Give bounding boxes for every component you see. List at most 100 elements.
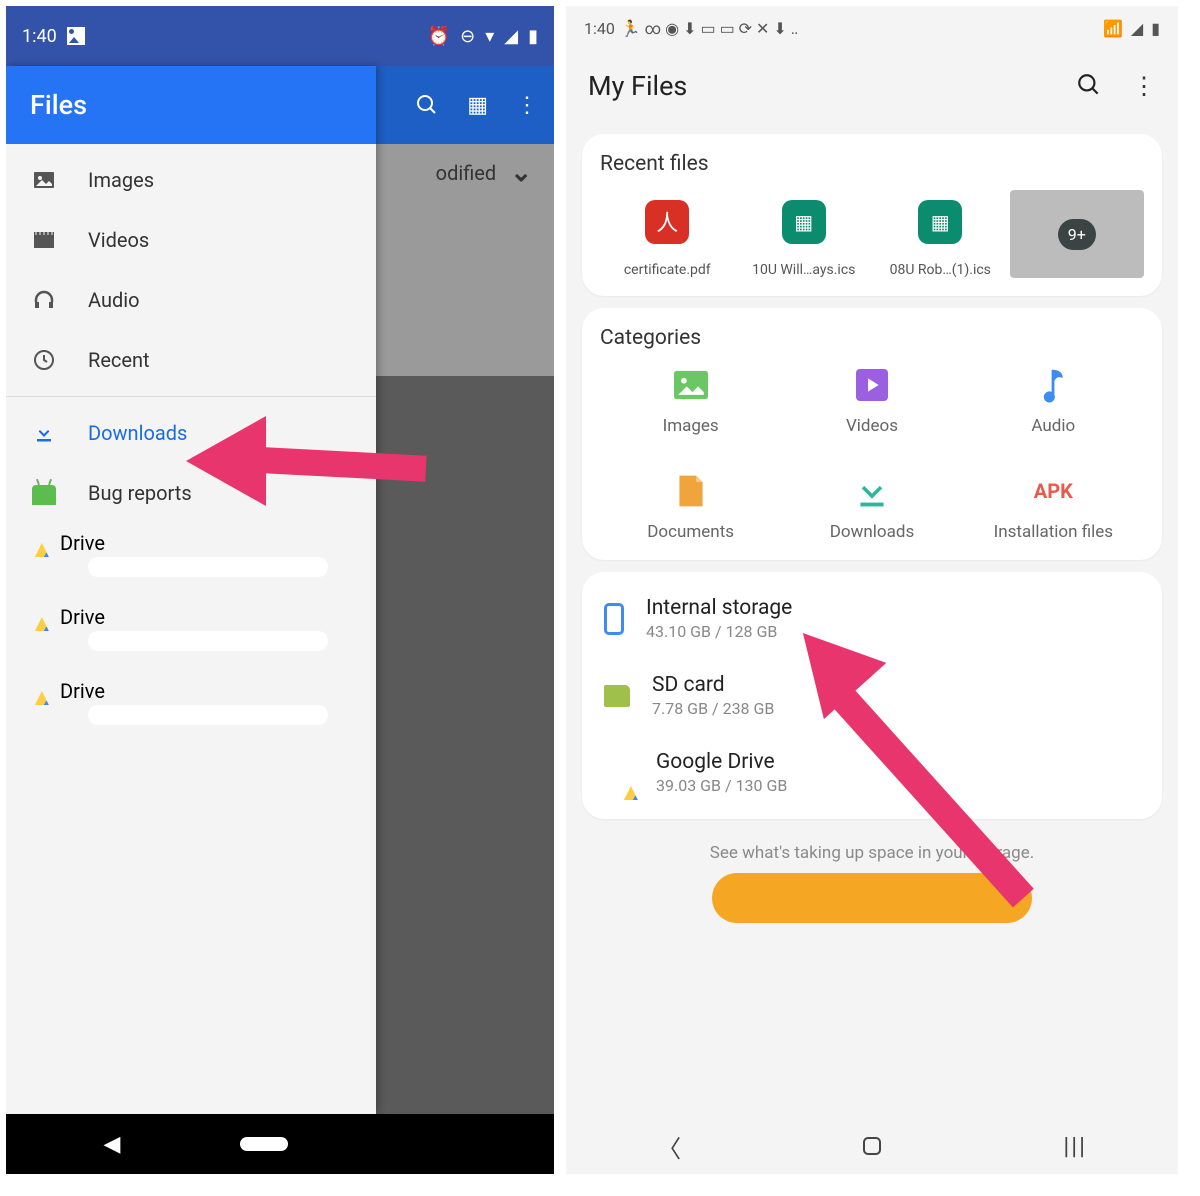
- drawer-label: Drive: [60, 679, 260, 703]
- storage-internal[interactable]: Internal storage 43.10 GB / 128 GB: [582, 580, 1162, 657]
- drawer-label: Bug reports: [88, 481, 192, 505]
- drawer-label: Images: [88, 168, 154, 192]
- wifi-icon: ▾: [485, 26, 494, 47]
- storage-detail: 43.10 GB / 128 GB: [646, 622, 792, 641]
- storage-card: Internal storage 43.10 GB / 128 GB SD ca…: [582, 572, 1162, 819]
- navigation-drawer: Files Images Videos Audio: [6, 66, 376, 1114]
- nav-bar-left: ◀: [6, 1114, 554, 1174]
- storage-name: SD card: [652, 673, 774, 697]
- signal-icon: ◢: [504, 26, 518, 47]
- more-icon[interactable]: ⋮: [1132, 72, 1156, 100]
- drawer-item-drive[interactable]: Drive: [6, 523, 376, 587]
- sort-label: odified: [436, 161, 497, 185]
- signal-icon: ◢: [1131, 19, 1143, 38]
- status-bar-right: 1:40 🏃 ∞ ◉ ⬇ ▭ ▭ ⟳ ✕ ⬇ ‥ 📶 ◢ ▮: [566, 6, 1178, 50]
- chevron-down-icon: ⌄: [510, 158, 532, 188]
- page-title: My Files: [588, 70, 687, 102]
- clock-icon: [30, 346, 58, 374]
- home-button[interactable]: [863, 1137, 881, 1155]
- drawer-item-videos[interactable]: Videos: [6, 210, 376, 270]
- recent-file-item[interactable]: 10U Will…ays.ics: [737, 190, 872, 278]
- divider: [6, 396, 376, 397]
- more-icon[interactable]: ⋮: [516, 93, 538, 118]
- image-icon: [600, 364, 781, 406]
- document-icon: [600, 470, 781, 512]
- search-icon[interactable]: [415, 93, 439, 117]
- pdf-icon: [645, 200, 689, 244]
- calendar-icon: [782, 200, 826, 244]
- google-drive-icon: [604, 758, 634, 788]
- battery-icon: ▮: [1151, 19, 1160, 38]
- categories-card: Categories Images Videos Audio: [582, 308, 1162, 560]
- drawer-item-audio[interactable]: Audio: [6, 270, 376, 330]
- drawer-item-drive[interactable]: Drive: [6, 671, 376, 735]
- drawer-label: Drive: [60, 531, 260, 555]
- back-button[interactable]: 〈: [657, 1129, 681, 1164]
- category-label: Audio: [963, 416, 1144, 436]
- drawer-item-images[interactable]: Images: [6, 150, 376, 210]
- drawer-item-recent[interactable]: Recent: [6, 330, 376, 390]
- dnd-icon: ⊖: [460, 26, 475, 47]
- status-time: 1:40: [584, 19, 615, 38]
- download-icon: [30, 419, 58, 447]
- back-button[interactable]: ◀: [104, 1132, 121, 1157]
- file-name: 08U Rob…(1).ics: [873, 262, 1008, 278]
- image-notification-icon: [67, 27, 85, 45]
- image-icon: [30, 166, 58, 194]
- category-label: Images: [600, 416, 781, 436]
- storage-sd-card[interactable]: SD card 7.78 GB / 238 GB: [582, 657, 1162, 734]
- more-count-badge: 9+: [1058, 219, 1096, 250]
- drawer-title: Files: [6, 66, 376, 144]
- section-heading: Recent files: [600, 152, 1144, 176]
- footer-text: See what's taking up space in your stora…: [566, 843, 1178, 863]
- redacted-subtext: [88, 557, 328, 577]
- redacted-subtext: [88, 631, 328, 651]
- category-downloads[interactable]: Downloads: [781, 470, 962, 542]
- category-images[interactable]: Images: [600, 364, 781, 436]
- android-icon: [30, 479, 58, 507]
- alarm-icon: ⏰: [428, 26, 450, 47]
- recent-file-item[interactable]: 08U Rob…(1).ics: [873, 190, 1008, 278]
- app-bar-right: My Files ⋮: [566, 50, 1178, 122]
- storage-name: Google Drive: [656, 750, 787, 774]
- drawer-item-downloads[interactable]: Downloads: [6, 403, 376, 463]
- storage-name: Internal storage: [646, 596, 792, 620]
- category-label: Documents: [600, 522, 781, 542]
- status-icons: 🏃 ∞ ◉ ⬇ ▭ ▭ ⟳ ✕ ⬇ ‥: [621, 19, 798, 38]
- calendar-icon: [918, 200, 962, 244]
- category-audio[interactable]: Audio: [963, 364, 1144, 436]
- redacted-subtext: [88, 705, 328, 725]
- storage-analysis-button[interactable]: [712, 873, 1032, 923]
- sd-card-icon: [604, 685, 630, 707]
- phone-storage-icon: [604, 603, 624, 635]
- drawer-label: Drive: [60, 605, 260, 629]
- category-videos[interactable]: Videos: [781, 364, 962, 436]
- home-pill[interactable]: [240, 1137, 288, 1151]
- video-icon: [30, 226, 58, 254]
- drawer-item-bug-reports[interactable]: Bug reports: [6, 463, 376, 523]
- music-note-icon: [963, 364, 1144, 406]
- storage-google-drive[interactable]: Google Drive 39.03 GB / 130 GB: [582, 734, 1162, 811]
- phone-left-files-app: 1:40 ⏰ ⊖ ▾ ◢ ▮ ▦ ⋮ odified ⌄ d723045.png…: [6, 6, 554, 1174]
- search-icon[interactable]: [1076, 72, 1102, 100]
- category-documents[interactable]: Documents: [600, 470, 781, 542]
- drawer-item-drive[interactable]: Drive: [6, 597, 376, 661]
- battery-icon: ▮: [528, 26, 538, 47]
- category-installation-files[interactable]: APK Installation files: [963, 470, 1144, 542]
- status-time: 1:40: [22, 26, 57, 47]
- wifi-icon: 📶: [1103, 19, 1123, 38]
- apk-icon: APK: [963, 470, 1144, 512]
- recent-file-item[interactable]: certificate.pdf: [600, 190, 735, 278]
- section-heading: Categories: [600, 326, 1144, 350]
- category-label: Videos: [781, 416, 962, 436]
- download-icon: [781, 470, 962, 512]
- grid-view-icon[interactable]: ▦: [467, 93, 488, 118]
- recent-more-button[interactable]: 9+: [1010, 190, 1145, 278]
- status-bar-left: 1:40 ⏰ ⊖ ▾ ◢ ▮: [6, 6, 554, 66]
- drawer-label: Downloads: [88, 421, 187, 445]
- category-label: Installation files: [963, 522, 1144, 542]
- recents-button[interactable]: |||: [1063, 1132, 1087, 1160]
- storage-detail: 7.78 GB / 238 GB: [652, 699, 774, 718]
- headphones-icon: [30, 286, 58, 314]
- file-name: certificate.pdf: [600, 262, 735, 278]
